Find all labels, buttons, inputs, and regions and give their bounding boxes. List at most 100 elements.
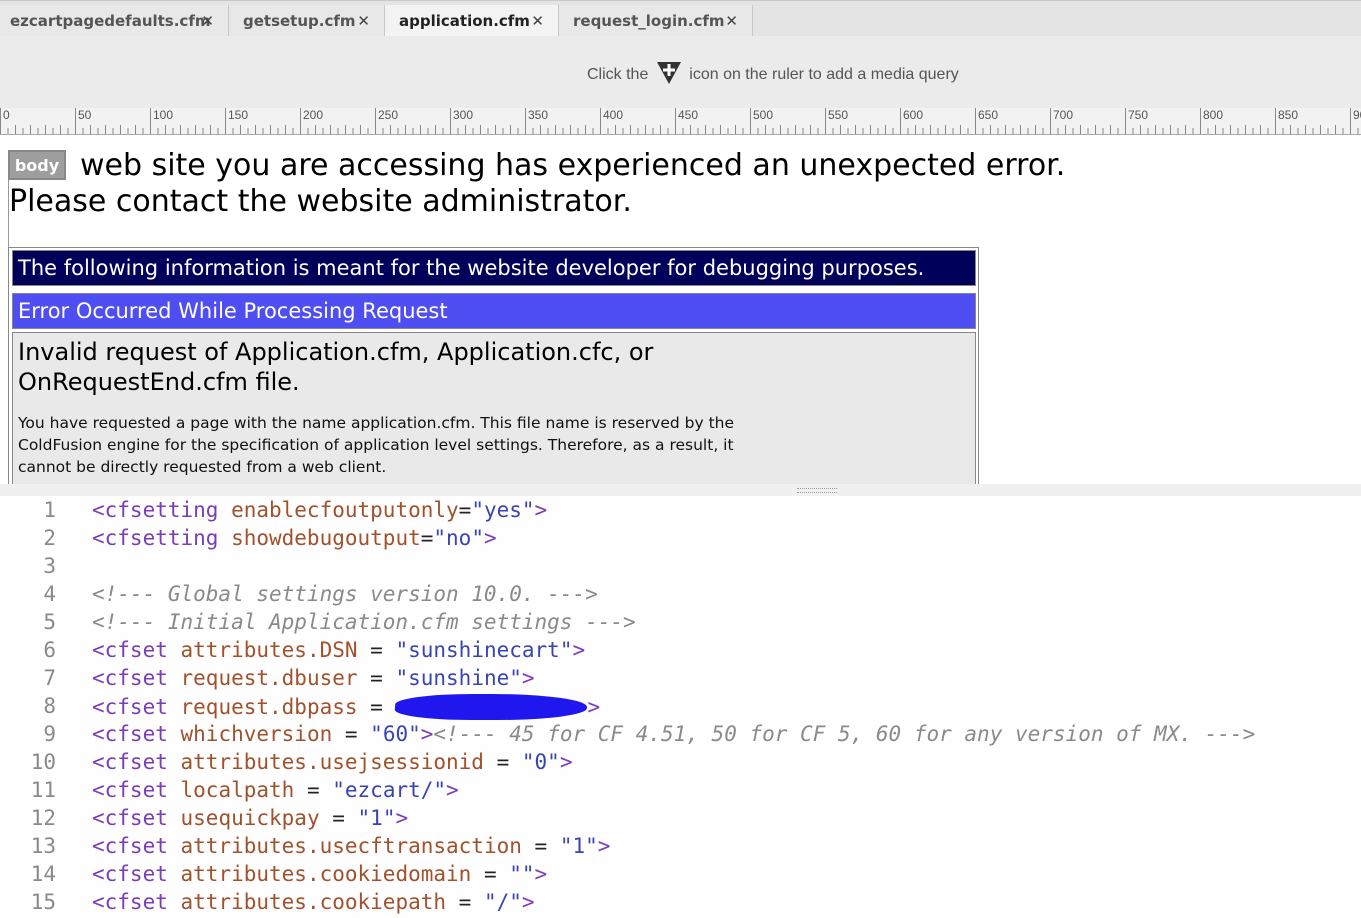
redacted-password: [394, 694, 589, 720]
code-token: <cfset: [92, 890, 181, 914]
code-token: =: [357, 638, 396, 662]
ruler-label: 800: [1203, 108, 1224, 122]
code-line[interactable]: 5 <!--- Initial Application.cfm settings …: [0, 610, 1361, 638]
code-line[interactable]: 7 <cfset request.dbuser = "sunshine">: [0, 666, 1361, 694]
splitter-grip-icon[interactable]: [797, 488, 837, 493]
code-line[interactable]: 15 <cfset attributes.cookiepath = "/">: [0, 890, 1361, 918]
code-token: =: [420, 526, 434, 550]
line-number: 4: [43, 582, 56, 606]
code-token: "yes": [471, 498, 535, 522]
line-number: 11: [30, 778, 56, 802]
code-text: <cfset whichversion = "60"><!--- 45 for …: [92, 722, 1255, 746]
tab-label: getsetup.cfm: [243, 12, 356, 30]
code-token: =: [319, 806, 358, 830]
code-line[interactable]: 2 <cfsetting showdebugoutput="no">: [0, 526, 1361, 554]
code-text: <cfset attributes.usecftransaction = "1"…: [92, 834, 610, 858]
close-icon[interactable]: ✕: [531, 5, 544, 37]
close-icon[interactable]: ✕: [725, 5, 738, 37]
tab-getsetup[interactable]: getsetup.cfm ✕: [229, 5, 385, 37]
code-text: <cfsetting enablecfoutputonly="yes">: [92, 498, 547, 522]
code-token: "1": [357, 806, 396, 830]
code-token: attributes.usejsessionid: [180, 750, 484, 774]
code-token: >: [446, 778, 459, 802]
code-token: <cfset: [92, 862, 181, 886]
code-token: <cfset: [92, 722, 181, 746]
ruler-label: 400: [603, 108, 624, 122]
media-query-hint: Click the icon on the ruler to add a med…: [587, 61, 959, 90]
ruler-label: 850: [1278, 108, 1299, 122]
code-token: "60": [370, 722, 421, 746]
code-token: <cfset: [92, 695, 181, 719]
code-token: =: [471, 862, 510, 886]
tab-application[interactable]: application.cfm ✕: [385, 5, 559, 37]
ruler-label: 100: [153, 108, 174, 122]
hint-text-before: Click the: [587, 66, 649, 83]
code-token: usequickpay: [180, 806, 320, 830]
code-token: <cfset: [92, 750, 181, 774]
code-editor[interactable]: 1 <cfsetting enablecfoutputonly="yes"> 2 <c…: [0, 496, 1361, 918]
error-message-line2: Please contact the website administrator…: [9, 184, 632, 219]
add-media-query-icon: [656, 61, 682, 90]
ruler-label: 500: [753, 108, 774, 122]
ruler-label: 200: [303, 108, 324, 122]
tab-ezcartpagedefaults[interactable]: ezcartpagedefaults.cfm ✕: [0, 5, 229, 37]
code-line[interactable]: 10 <cfset attributes.usejsessionid = "0">: [0, 750, 1361, 778]
code-token: "sunshine": [395, 666, 522, 690]
code-token: showdebugoutput: [231, 526, 421, 550]
code-line[interactable]: 14 <cfset attributes.cookiedomain = "">: [0, 862, 1361, 890]
hint-text-after: icon on the ruler to add a media query: [689, 66, 959, 83]
code-token: >: [420, 722, 434, 746]
close-icon[interactable]: ✕: [357, 5, 370, 37]
code-text: <cfset attributes.usejsessionid = "0">: [92, 750, 572, 774]
line-number: 6: [43, 638, 56, 662]
code-token: =: [294, 778, 333, 802]
code-line[interactable]: 12 <cfset usequickpay = "1">: [0, 806, 1361, 834]
code-token: >: [559, 750, 573, 774]
code-text: <cfsetting showdebugoutput="no">: [92, 526, 497, 550]
code-line[interactable]: 4 <!--- Global settings version 10.0. ---…: [0, 582, 1361, 610]
code-token: >: [587, 695, 601, 719]
error-message-line1: web site you are accessing has experienc…: [80, 148, 1066, 183]
code-token: >: [572, 638, 586, 662]
document-tab-bar: ezcartpagedefaults.cfm ✕ getsetup.cfm ✕ …: [0, 0, 1361, 37]
code-line[interactable]: 6 <cfset attributes.DSN = "sunshinecart">: [0, 638, 1361, 666]
code-text: <cfset request.dbpass = >: [92, 694, 600, 720]
code-line[interactable]: 8 <cfset request.dbpass = >: [0, 694, 1361, 722]
code-token: >: [534, 862, 548, 886]
code-text: <!--- Initial Application.cfm settings -…: [92, 610, 636, 634]
ruler-label: 50: [78, 108, 92, 122]
code-line[interactable]: 11 <cfset localpath = "ezcart/">: [0, 778, 1361, 806]
code-text: <cfset attributes.cookiedomain = "">: [92, 862, 547, 886]
code-line[interactable]: 9 <cfset whichversion = "60"><!--- 45 for…: [0, 722, 1361, 750]
code-token: <cfset: [92, 638, 181, 662]
code-line[interactable]: 1 <cfsetting enablecfoutputonly="yes">: [0, 498, 1361, 526]
pane-splitter[interactable]: [0, 484, 1361, 496]
code-token: "": [509, 862, 535, 886]
ruler-label: 350: [528, 108, 549, 122]
tab-request-login[interactable]: request_login.cfm ✕: [559, 5, 753, 37]
code-token: =: [483, 750, 522, 774]
close-icon[interactable]: ✕: [201, 5, 214, 37]
ruler-label: 750: [1128, 108, 1149, 122]
code-line[interactable]: 13 <cfset attributes.usecftransaction = "…: [0, 834, 1361, 862]
live-view[interactable]: body web site you are accessing has expe…: [0, 146, 1361, 484]
code-token: request.dbuser: [180, 666, 358, 690]
code-token: <cfsetting: [92, 498, 232, 522]
line-number: 14: [30, 862, 56, 886]
ruler-label: 600: [903, 108, 924, 122]
body-tag-badge[interactable]: body: [8, 150, 66, 180]
line-number: 1: [43, 498, 56, 522]
code-line[interactable]: 3: [0, 554, 1361, 582]
line-number: 5: [43, 610, 56, 634]
code-token: =: [357, 666, 396, 690]
code-token: <!--- 45 for CF 4.51, 50 for CF 5, 60 fo…: [433, 722, 1256, 746]
ruler-label: 700: [1053, 108, 1074, 122]
code-token: attributes.usecftransaction: [180, 834, 522, 858]
tab-label: ezcartpagedefaults.cfm: [10, 12, 211, 30]
code-token: "ezcart/": [332, 778, 447, 802]
code-token: "1": [559, 834, 598, 858]
error-heading: Error Occurred While Processing Request: [12, 293, 976, 329]
code-token: "0": [521, 750, 560, 774]
line-number: 3: [43, 554, 56, 578]
ruler[interactable]: 0 50 100 150 200 250 300 350 400 450 500 550 600 650 7…: [0, 108, 1361, 135]
